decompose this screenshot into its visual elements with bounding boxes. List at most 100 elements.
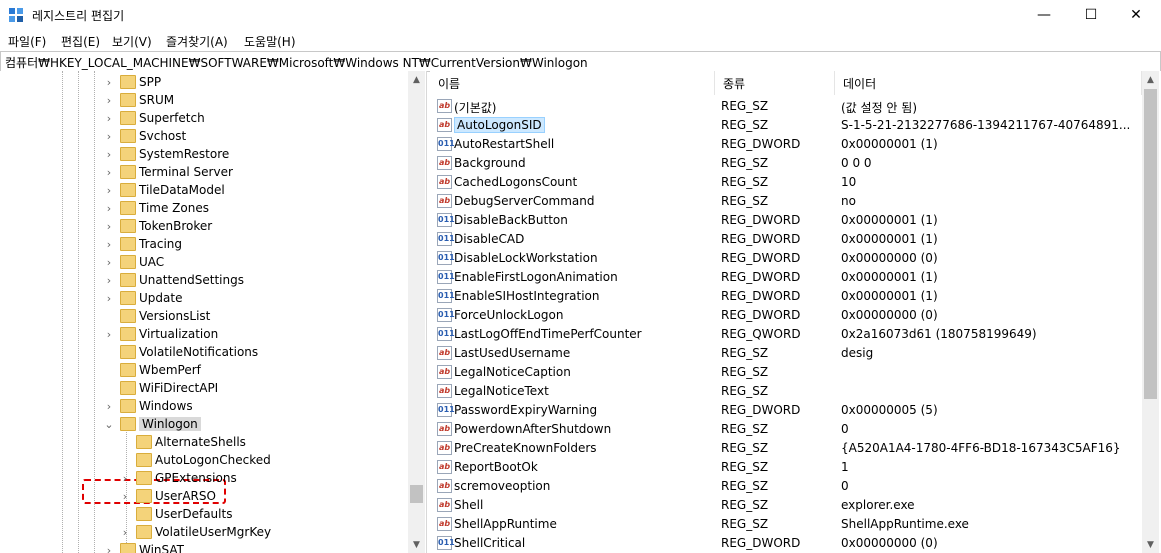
folder-icon — [120, 399, 136, 413]
chevron-right-icon[interactable]: › — [104, 271, 114, 289]
chevron-down-icon[interactable]: ⌄ — [104, 415, 114, 433]
value-list-pane[interactable]: 이름 종류 데이터 ▲ ▼ ab (기본값) REG_SZ (값 설정 안 됨) ab A… — [430, 71, 1161, 553]
value-row[interactable]: ab scremoveoption REG_SZ 0 — [430, 477, 1142, 496]
maximize-button[interactable]: ☐ — [1068, 0, 1114, 30]
chevron-right-icon[interactable]: › — [104, 163, 114, 181]
tree-item-virtualization[interactable]: › Virtualization — [0, 325, 405, 343]
tree-vertical-scrollbar[interactable]: ▲ ▼ — [408, 71, 425, 553]
value-row[interactable]: 011 EnableFirstLogonAnimation REG_DWORD 0x0… — [430, 268, 1142, 287]
chevron-right-icon[interactable]: › — [104, 145, 114, 163]
menu-view[interactable]: 보기(V) — [112, 33, 152, 50]
tree-item-tokenbroker[interactable]: › TokenBroker — [0, 217, 405, 235]
value-row[interactable]: 011 EnableSIHostIntegration REG_DWORD 0x000… — [430, 287, 1142, 306]
tree-item-spp[interactable]: › SPP — [0, 73, 405, 91]
values-scroll-thumb[interactable] — [1144, 89, 1157, 399]
value-row[interactable]: ab Background REG_SZ 0 0 0 — [430, 154, 1142, 173]
chevron-right-icon[interactable]: › — [104, 325, 114, 343]
tree-item-uac[interactable]: › UAC — [0, 253, 405, 271]
scroll-up-arrow-icon[interactable]: ▲ — [408, 71, 425, 88]
value-row[interactable]: 011 AutoRestartShell REG_DWORD 0x00000001 (… — [430, 135, 1142, 154]
tree-item-tiledatamodel[interactable]: › TileDataModel — [0, 181, 405, 199]
menu-help[interactable]: 도움말(H) — [244, 33, 296, 50]
tree-item-unattendsettings[interactable]: › UnattendSettings — [0, 271, 405, 289]
chevron-right-icon[interactable]: › — [120, 487, 130, 505]
chevron-right-icon[interactable]: › — [104, 253, 114, 271]
address-bar[interactable]: 컴퓨터₩HKEY_LOCAL_MACHINE₩SOFTWARE₩Microsof… — [0, 51, 1161, 72]
chevron-right-icon[interactable]: › — [104, 217, 114, 235]
tree-item-wbemperf[interactable]: WbemPerf — [0, 361, 405, 379]
tree-scroll-thumb[interactable] — [410, 485, 423, 503]
tree-item-superfetch[interactable]: › Superfetch — [0, 109, 405, 127]
scroll-down-arrow-icon[interactable]: ▼ — [408, 536, 425, 553]
tree-item-wifidirectapi[interactable]: WiFiDirectAPI — [0, 379, 405, 397]
tree-item-volatilenotifications[interactable]: VolatileNotifications — [0, 343, 405, 361]
value-row[interactable]: ab LegalNoticeText REG_SZ — [430, 382, 1142, 401]
chevron-right-icon[interactable]: › — [104, 397, 114, 415]
value-row[interactable]: 011 DisableLockWorkstation REG_DWORD 0x0000… — [430, 249, 1142, 268]
value-row[interactable]: ab AutoLogonSID REG_SZ S-1-5-21-2132277686-… — [430, 116, 1142, 135]
value-row[interactable]: ab CachedLogonsCount REG_SZ 10 — [430, 173, 1142, 192]
column-header-type[interactable]: 종류 — [715, 71, 835, 95]
value-row[interactable]: ab LastUsedUsername REG_SZ desig — [430, 344, 1142, 363]
tree-item-userdefaults[interactable]: UserDefaults — [0, 505, 405, 523]
tree-item-tracing[interactable]: › Tracing — [0, 235, 405, 253]
chevron-right-icon[interactable]: › — [120, 523, 130, 541]
value-row[interactable]: 011 PasswordExpiryWarning REG_DWORD 0x00000… — [430, 401, 1142, 420]
tree-item-versionslist[interactable]: VersionsList — [0, 307, 405, 325]
menu-edit[interactable]: 편집(E) — [61, 33, 100, 50]
value-row[interactable]: ab ShellAppRuntime REG_SZ ShellAppRuntime.e… — [430, 515, 1142, 534]
value-type: REG_SZ — [721, 441, 769, 455]
tree-item-terminal-server[interactable]: › Terminal Server — [0, 163, 405, 181]
value-row[interactable]: ab PreCreateKnownFolders REG_SZ {A520A1A4-1… — [430, 439, 1142, 458]
column-header-name[interactable]: 이름 — [430, 71, 715, 95]
value-type: REG_SZ — [721, 422, 769, 436]
chevron-right-icon[interactable]: › — [104, 541, 114, 553]
value-type: REG_SZ — [721, 175, 769, 189]
chevron-right-icon[interactable]: › — [104, 91, 114, 109]
tree-item-volatileusermgrkey[interactable]: › VolatileUserMgrKey — [0, 523, 405, 541]
minimize-button[interactable]: — — [1021, 0, 1067, 30]
chevron-right-icon[interactable]: › — [104, 199, 114, 217]
tree-item-time-zones[interactable]: › Time Zones — [0, 199, 405, 217]
tree-item-windows[interactable]: › Windows — [0, 397, 405, 415]
chevron-right-icon[interactable]: › — [104, 289, 114, 307]
value-row[interactable]: ab (기본값) REG_SZ (값 설정 안 됨) — [430, 97, 1142, 116]
value-row[interactable]: ab ReportBootOk REG_SZ 1 — [430, 458, 1142, 477]
chevron-right-icon[interactable]: › — [104, 181, 114, 199]
scroll-up-arrow-icon[interactable]: ▲ — [1142, 71, 1159, 88]
tree-item-update[interactable]: › Update — [0, 289, 405, 307]
value-row[interactable]: 011 ShellCritical REG_DWORD 0x00000000 (0) — [430, 534, 1142, 553]
value-row[interactable]: 011 LastLogOffEndTimePerfCounter REG_QWORD… — [430, 325, 1142, 344]
tree-item-srum[interactable]: › SRUM — [0, 91, 405, 109]
values-vertical-scrollbar[interactable]: ▲ ▼ — [1142, 71, 1159, 553]
chevron-right-icon[interactable]: › — [104, 127, 114, 145]
tree-item-alternateshells[interactable]: AlternateShells — [0, 433, 405, 451]
tree-item-winlogon[interactable]: ⌄ Winlogon — [0, 415, 405, 433]
menu-favorites[interactable]: 즐겨찾기(A) — [166, 33, 228, 50]
chevron-right-icon[interactable]: › — [104, 73, 114, 91]
tree-item-label: VolatileNotifications — [139, 345, 259, 359]
value-row[interactable]: ab PowerdownAfterShutdown REG_SZ 0 — [430, 420, 1142, 439]
column-header-data[interactable]: 데이터 — [835, 71, 1142, 95]
close-button[interactable]: ✕ — [1113, 0, 1159, 30]
value-row[interactable]: 011 ForceUnlockLogon REG_DWORD 0x00000000 (… — [430, 306, 1142, 325]
tree-item-winsat[interactable]: › WinSAT — [0, 541, 405, 553]
chevron-right-icon[interactable]: › — [104, 235, 114, 253]
tree-item-gpextensions[interactable]: › GPExtensions — [0, 469, 405, 487]
chevron-right-icon[interactable]: › — [104, 109, 114, 127]
key-tree-pane[interactable]: ▲ ▼ › SPP › SRUM › Superfetch › Svchost › SystemR… — [0, 71, 427, 553]
value-row[interactable]: ab Shell REG_SZ explorer.exe — [430, 496, 1142, 515]
value-row[interactable]: 011 DisableCAD REG_DWORD 0x00000001 (1) — [430, 230, 1142, 249]
tree-item-userarso[interactable]: › UserARSO — [0, 487, 405, 505]
scroll-down-arrow-icon[interactable]: ▼ — [1142, 536, 1159, 553]
tree-item-systemrestore[interactable]: › SystemRestore — [0, 145, 405, 163]
value-row[interactable]: ab DebugServerCommand REG_SZ no — [430, 192, 1142, 211]
chevron-right-icon[interactable]: › — [120, 469, 130, 487]
tree-item-svchost[interactable]: › Svchost — [0, 127, 405, 145]
value-row[interactable]: ab LegalNoticeCaption REG_SZ — [430, 363, 1142, 382]
tree-item-autologonchecked[interactable]: AutoLogonChecked — [0, 451, 405, 469]
menu-bar: 파일(F) 편집(E) 보기(V) 즐겨찾기(A) 도움말(H) — [0, 30, 1161, 51]
value-row[interactable]: 011 DisableBackButton REG_DWORD 0x00000001 … — [430, 211, 1142, 230]
menu-file[interactable]: 파일(F) — [8, 33, 46, 50]
value-name: ReportBootOk — [454, 460, 538, 474]
